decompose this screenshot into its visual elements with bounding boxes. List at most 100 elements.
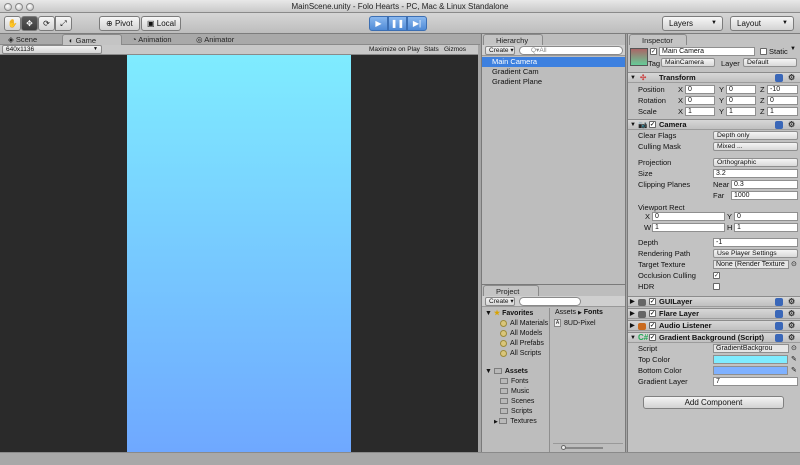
top-color-swatch[interactable]: [713, 355, 788, 364]
audio-listener-component-header[interactable]: ▶ ✓ Audio Listener ⚙: [628, 320, 800, 331]
close-window-button[interactable]: [4, 3, 12, 11]
tab-hierarchy[interactable]: Hierarchy: [483, 34, 543, 45]
scale-y-field[interactable]: 1: [726, 107, 756, 116]
tag-dropdown[interactable]: MainCamera: [661, 58, 715, 67]
gear-icon[interactable]: ⚙: [788, 333, 795, 343]
rotation-z-field[interactable]: 0: [767, 96, 798, 105]
guilayer-component-header[interactable]: ▶ ✓ GUILayer ⚙: [628, 296, 800, 307]
camera-enabled-checkbox[interactable]: ✓: [649, 121, 656, 128]
project-create-button[interactable]: Create ▾: [485, 297, 515, 306]
guilayer-enabled-checkbox[interactable]: ✓: [649, 298, 656, 305]
gizmos-dropdown[interactable]: Gizmos: [444, 45, 466, 55]
gear-icon[interactable]: ⚙: [788, 297, 795, 307]
step-button[interactable]: ▶|: [407, 16, 427, 31]
layer-dropdown[interactable]: Default: [743, 58, 797, 67]
transform-component-header[interactable]: ▼ ✣ Transform ⚙: [628, 72, 800, 83]
tab-game[interactable]: ◐ Game: [62, 34, 122, 45]
play-button[interactable]: ▶: [369, 16, 388, 31]
flare-layer-component-header[interactable]: ▶ ✓ Flare Layer ⚙: [628, 308, 800, 319]
object-picker-icon[interactable]: ⊙: [791, 259, 797, 270]
gradient-layer-field[interactable]: 7: [713, 377, 798, 386]
favorite-item[interactable]: All Scripts: [500, 349, 541, 359]
viewport-w-field[interactable]: 1: [652, 223, 725, 232]
eyedropper-icon[interactable]: ✎: [791, 365, 797, 376]
stats-toggle[interactable]: Stats: [424, 45, 439, 55]
asset-folder[interactable]: Scripts: [500, 407, 532, 417]
camera-component-header[interactable]: ▼ 📷 ✓ Camera ⚙: [628, 119, 800, 130]
add-component-button[interactable]: Add Component: [643, 396, 784, 409]
project-file[interactable]: A 8UD-Pixel: [554, 319, 596, 329]
audio-listener-enabled-checkbox[interactable]: ✓: [649, 322, 656, 329]
breadcrumb-assets[interactable]: Assets: [555, 309, 576, 316]
asset-folder[interactable]: Fonts: [500, 377, 529, 387]
tab-animator[interactable]: ◎ Animator: [190, 34, 250, 45]
gear-icon[interactable]: ⚙: [788, 309, 795, 319]
bottom-color-swatch[interactable]: [713, 366, 788, 375]
zoom-window-button[interactable]: [26, 3, 34, 11]
position-z-field[interactable]: -10: [767, 85, 798, 94]
pause-button[interactable]: ❚❚: [388, 16, 407, 31]
layers-dropdown[interactable]: Layers ▼: [662, 16, 723, 31]
help-icon[interactable]: [775, 298, 783, 306]
target-texture-field[interactable]: None (Render Texture: [713, 260, 789, 269]
hierarchy-search-input[interactable]: Q▾All: [519, 46, 623, 55]
position-y-field[interactable]: 0: [726, 85, 756, 94]
hierarchy-item[interactable]: Gradient Plane: [482, 77, 625, 87]
hierarchy-item[interactable]: Gradient Cam: [482, 67, 625, 77]
help-icon[interactable]: [775, 334, 783, 342]
project-search-input[interactable]: [519, 297, 581, 306]
zoom-slider[interactable]: [563, 447, 603, 449]
depth-field[interactable]: -1: [713, 238, 798, 247]
favorites-header[interactable]: ▼ ★ Favorites: [485, 309, 533, 319]
asset-folder[interactable]: Music: [500, 387, 529, 397]
gradient-background-component-header[interactable]: ▼ C# ✓ Gradient Background (Script) ⚙: [628, 332, 800, 343]
object-picker-icon[interactable]: ⊙: [791, 343, 797, 354]
asset-folder[interactable]: Scenes: [500, 397, 534, 407]
zoom-slider-handle[interactable]: [561, 445, 566, 450]
tab-project[interactable]: Project: [483, 285, 539, 296]
object-name-field[interactable]: Main Camera: [659, 47, 755, 56]
occlusion-culling-checkbox[interactable]: ✓: [713, 272, 720, 279]
help-icon[interactable]: [775, 74, 783, 82]
resolution-dropdown[interactable]: 640x1136 ▼: [2, 45, 102, 54]
viewport-x-field[interactable]: 0: [652, 212, 725, 221]
object-active-checkbox[interactable]: ✓: [650, 48, 657, 55]
move-tool-button[interactable]: ✥: [21, 16, 38, 31]
script-field[interactable]: GradientBackgrou: [713, 344, 789, 353]
help-icon[interactable]: [775, 121, 783, 129]
asset-folder[interactable]: ▶ Textures: [494, 417, 537, 427]
help-icon[interactable]: [775, 322, 783, 330]
pivot-toggle[interactable]: ⊕ Pivot: [99, 16, 140, 31]
hierarchy-item[interactable]: Main Camera: [482, 57, 625, 67]
scale-x-field[interactable]: 1: [685, 107, 715, 116]
gradient-background-enabled-checkbox[interactable]: ✓: [649, 334, 656, 341]
hierarchy-create-button[interactable]: Create ▾: [485, 46, 515, 55]
viewport-h-field[interactable]: 1: [734, 223, 798, 232]
layout-dropdown[interactable]: Layout ▼: [730, 16, 794, 31]
scale-tool-button[interactable]: ⤢: [55, 16, 72, 31]
scale-z-field[interactable]: 1: [767, 107, 798, 116]
favorite-item[interactable]: All Models: [500, 329, 542, 339]
assets-header[interactable]: ▼ Assets: [485, 367, 528, 377]
local-toggle[interactable]: ▣ Local: [141, 16, 181, 31]
eyedropper-icon[interactable]: ✎: [791, 354, 797, 365]
tab-animation[interactable]: ◔ Animation: [126, 34, 188, 45]
culling-mask-dropdown[interactable]: Mixed ...: [713, 142, 798, 151]
rotation-x-field[interactable]: 0: [685, 96, 715, 105]
tab-scene[interactable]: ◈ Scene: [2, 34, 58, 45]
chevron-down-icon[interactable]: ▼: [790, 46, 796, 52]
clear-flags-dropdown[interactable]: Depth only: [713, 131, 798, 140]
near-field[interactable]: 0.3: [731, 180, 798, 189]
help-icon[interactable]: [775, 310, 783, 318]
maximize-on-play-toggle[interactable]: Maximize on Play: [369, 45, 420, 55]
viewport-y-field[interactable]: 0: [734, 212, 798, 221]
tab-inspector[interactable]: Inspector: [629, 34, 687, 45]
static-checkbox[interactable]: [760, 48, 767, 55]
size-field[interactable]: 3.2: [713, 169, 798, 178]
gear-icon[interactable]: ⚙: [788, 321, 795, 331]
rotation-y-field[interactable]: 0: [726, 96, 756, 105]
projection-dropdown[interactable]: Orthographic: [713, 158, 798, 167]
favorite-item[interactable]: All Materials: [500, 319, 548, 329]
flare-layer-enabled-checkbox[interactable]: ✓: [649, 310, 656, 317]
gear-icon[interactable]: ⚙: [788, 120, 795, 130]
